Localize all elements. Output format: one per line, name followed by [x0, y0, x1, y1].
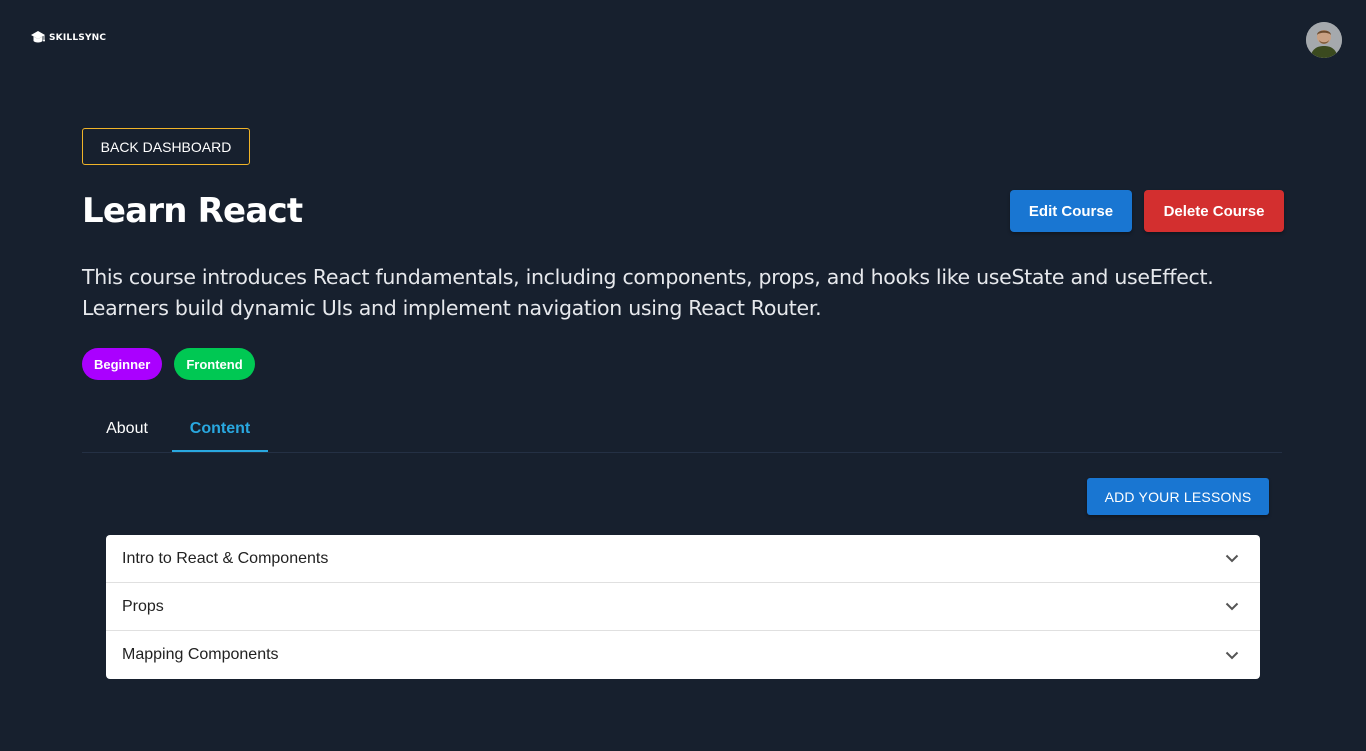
- add-lessons-button[interactable]: ADD YOUR LESSONS: [1087, 478, 1269, 515]
- chevron-down-icon[interactable]: [1222, 549, 1242, 569]
- course-title: Learn React: [82, 191, 303, 231]
- delete-course-button[interactable]: Delete Course: [1144, 190, 1284, 232]
- top-bar: SKILLSYNC: [0, 0, 1366, 80]
- lesson-title: Mapping Components: [122, 646, 279, 663]
- tab-content[interactable]: Content: [172, 405, 268, 453]
- lesson-item[interactable]: Mapping Components: [106, 631, 1260, 679]
- course-tabs: About Content: [82, 405, 1282, 453]
- lesson-item[interactable]: Intro to React & Components: [106, 535, 1260, 583]
- graduation-cap-icon: [30, 30, 46, 46]
- tag-beginner: Beginner: [82, 348, 163, 380]
- user-avatar[interactable]: [1306, 22, 1342, 58]
- chevron-down-icon[interactable]: [1222, 597, 1242, 617]
- lesson-title: Intro to React & Components: [122, 549, 329, 567]
- back-dashboard-button[interactable]: BACK DASHBOARD: [82, 128, 250, 165]
- logo-text: SKILLSYNC: [49, 33, 107, 43]
- lesson-title: Props: [122, 597, 164, 615]
- chevron-down-icon[interactable]: [1222, 645, 1242, 665]
- active-tab-indicator: [172, 450, 268, 452]
- tag-frontend: Frontend: [174, 348, 255, 380]
- logo[interactable]: SKILLSYNC: [30, 30, 106, 46]
- course-description: This course introduces React fundamental…: [82, 265, 1214, 320]
- course-tags: Beginner Frontend: [82, 348, 255, 380]
- edit-course-button[interactable]: Edit Course: [1010, 190, 1132, 232]
- lessons-accordion: Intro to React & Components Props Mappin…: [106, 535, 1260, 679]
- lesson-item[interactable]: Props: [106, 583, 1260, 631]
- tab-about[interactable]: About: [82, 405, 172, 453]
